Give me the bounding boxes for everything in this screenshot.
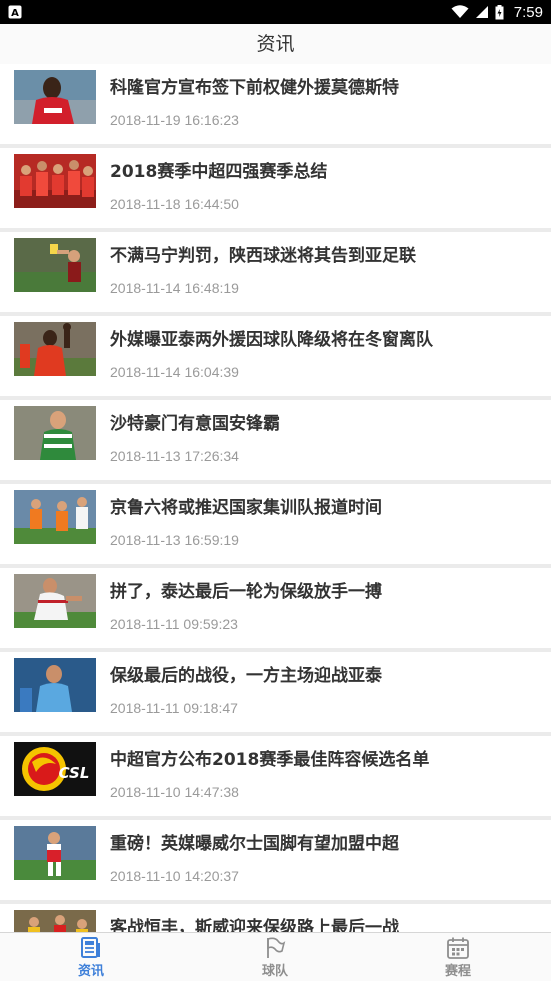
news-title: 中超官方公布2018赛季最佳阵容候选名单 xyxy=(110,750,430,770)
news-thumbnail xyxy=(14,574,96,628)
news-title: 客战恒丰，斯威迎来保级路上最后一战 xyxy=(110,918,399,932)
news-thumbnail xyxy=(14,910,96,932)
news-item[interactable]: 保级最后的战役，一方主场迎战亚泰 2018-11-11 09:18:47 xyxy=(0,652,551,732)
news-item[interactable]: CSL 中超官方公布2018赛季最佳阵容候选名单 2018-11-10 14:4… xyxy=(0,736,551,816)
flag-icon xyxy=(267,937,286,958)
svg-text:A: A xyxy=(11,8,19,19)
news-item[interactable]: 外媒曝亚泰两外援因球队降级将在冬窗离队 2018-11-14 16:04:39 xyxy=(0,316,551,396)
notification-icon: A xyxy=(8,5,22,19)
news-thumbnail xyxy=(14,70,96,124)
news-title: 京鲁六将或推迟国家集训队报道时间 xyxy=(110,498,382,518)
tab-schedule[interactable]: 赛程 xyxy=(398,933,518,981)
news-thumbnail xyxy=(14,658,96,712)
news-item[interactable]: 沙特豪门有意国安锋霸 2018-11-13 17:26:34 xyxy=(0,400,551,480)
news-date: 2018-11-14 16:04:39 xyxy=(110,364,239,380)
status-bar: A 7:59 xyxy=(0,0,551,24)
news-thumbnail xyxy=(14,238,96,292)
battery-icon xyxy=(495,4,504,19)
signal-icon xyxy=(475,6,488,18)
page-title: 资讯 xyxy=(0,24,551,64)
news-title: 科隆官方宣布签下前权健外援莫德斯特 xyxy=(110,78,399,98)
news-item[interactable]: 京鲁六将或推迟国家集训队报道时间 2018-11-13 16:59:19 xyxy=(0,484,551,564)
tab-label: 赛程 xyxy=(444,964,471,979)
news-date: 2018-11-11 09:18:47 xyxy=(110,700,238,716)
news-item[interactable]: 重磅！英媒曝威尔士国脚有望加盟中超 2018-11-10 14:20:37 xyxy=(0,820,551,900)
news-date: 2018-11-10 14:20:37 xyxy=(110,868,239,884)
news-item[interactable]: 拼了，泰达最后一轮为保级放手一搏 2018-11-11 09:59:23 xyxy=(0,568,551,648)
news-title: 2018赛季中超四强赛季总结 xyxy=(110,162,328,182)
news-date: 2018-11-13 17:26:34 xyxy=(110,448,239,464)
news-thumbnail xyxy=(14,490,96,544)
news-icon xyxy=(81,937,100,958)
news-thumbnail xyxy=(14,154,96,208)
news-title: 拼了，泰达最后一轮为保级放手一搏 xyxy=(110,582,382,602)
tab-news[interactable]: 资讯 xyxy=(31,933,151,981)
news-title: 保级最后的战役，一方主场迎战亚泰 xyxy=(110,666,382,686)
bottom-nav: 资讯 球队 赛程 xyxy=(0,932,551,981)
tab-label: 球队 xyxy=(261,964,288,979)
news-item[interactable]: 科隆官方宣布签下前权健外援莫德斯特 2018-11-19 16:16:23 xyxy=(0,64,551,144)
news-title: 不满马宁判罚，陕西球迷将其告到亚足联 xyxy=(110,246,416,266)
news-date: 2018-11-11 09:59:23 xyxy=(110,616,238,632)
news-date: 2018-11-10 14:47:38 xyxy=(110,784,239,800)
calendar-icon xyxy=(447,937,469,959)
news-item[interactable]: 不满马宁判罚，陕西球迷将其告到亚足联 2018-11-14 16:48:19 xyxy=(0,232,551,312)
news-title: 重磅！英媒曝威尔士国脚有望加盟中超 xyxy=(110,834,399,854)
news-item[interactable]: 2018赛季中超四强赛季总结 2018-11-18 16:44:50 xyxy=(0,148,551,228)
news-list[interactable]: 科隆官方宣布签下前权健外援莫德斯特 2018-11-19 16:16:23 20… xyxy=(0,64,551,932)
news-date: 2018-11-14 16:48:19 xyxy=(110,280,239,296)
news-thumbnail: CSL xyxy=(14,742,96,796)
news-thumbnail xyxy=(14,406,96,460)
news-thumbnail xyxy=(14,826,96,880)
news-item[interactable]: 客战恒丰，斯威迎来保级路上最后一战 xyxy=(0,904,551,932)
news-thumbnail xyxy=(14,322,96,376)
news-date: 2018-11-13 16:59:19 xyxy=(110,532,239,548)
svg-text:CSL: CSL xyxy=(59,764,90,782)
news-title: 沙特豪门有意国安锋霸 xyxy=(110,414,280,434)
news-title: 外媒曝亚泰两外援因球队降级将在冬窗离队 xyxy=(110,330,433,350)
tab-label: 资讯 xyxy=(77,964,104,979)
tab-teams[interactable]: 球队 xyxy=(215,933,335,981)
news-date: 2018-11-19 16:16:23 xyxy=(110,112,239,128)
news-date: 2018-11-18 16:44:50 xyxy=(110,196,239,212)
status-time: 7:59 xyxy=(513,3,543,21)
wifi-icon xyxy=(451,5,469,18)
